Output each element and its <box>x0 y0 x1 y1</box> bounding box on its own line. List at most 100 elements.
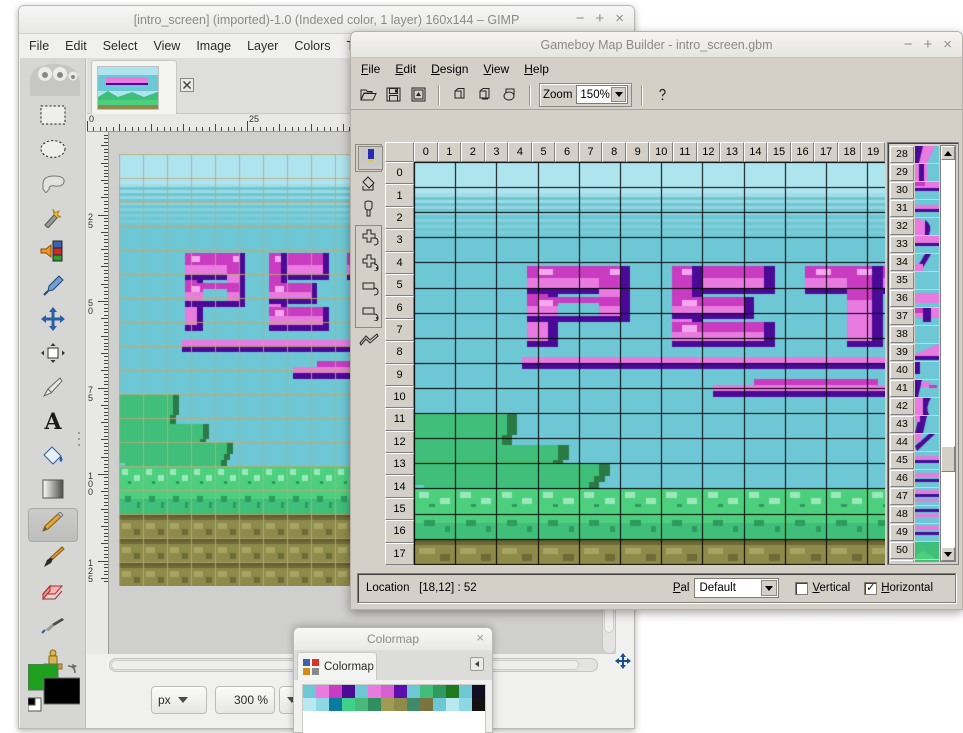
row-header-cell[interactable]: 9 <box>385 363 414 386</box>
tile-preview[interactable] <box>915 163 939 181</box>
tile-list-item[interactable]: 41 <box>890 379 940 397</box>
paintbrush-tool[interactable] <box>28 542 78 576</box>
gbm-titlebar[interactable]: Gameboy Map Builder - intro_screen.gbm −… <box>351 32 962 58</box>
delete-column-tool[interactable] <box>358 302 383 326</box>
row-header-cell[interactable]: 3 <box>385 229 414 252</box>
insert-row-below-tool[interactable] <box>358 252 383 276</box>
row-header-cell[interactable]: 6 <box>385 296 414 319</box>
tile-preview[interactable] <box>915 145 939 163</box>
tile-preview[interactable] <box>915 253 939 271</box>
row-header-cell[interactable]: 8 <box>385 341 414 364</box>
gbm-menu-edit[interactable]: Edit <box>395 62 416 76</box>
fuzzy-select-tool[interactable] <box>28 202 78 236</box>
tile-preview[interactable] <box>915 451 939 469</box>
colormap-swatch[interactable] <box>316 685 329 698</box>
move-tool[interactable] <box>28 304 78 338</box>
airbrush-tool[interactable] <box>28 610 78 644</box>
row-header-cell[interactable]: 17 <box>385 542 414 566</box>
gbm-horizontal-checkbox[interactable]: ✓ Horizontal <box>864 581 933 595</box>
column-header-cell[interactable]: 3 <box>484 142 509 162</box>
tile-paint-tool[interactable] <box>358 146 383 170</box>
tile-preview[interactable] <box>915 235 939 253</box>
colormap-swatch[interactable] <box>472 698 485 711</box>
row-header-cell[interactable]: 0 <box>385 162 414 185</box>
checkbox-box[interactable]: ✓ <box>864 581 878 595</box>
row-header-cell[interactable]: 7 <box>385 318 414 342</box>
tile-list-item[interactable]: 51 <box>890 559 940 562</box>
tile-list-item[interactable]: 45 <box>890 451 940 469</box>
chevron-down-icon[interactable] <box>611 87 627 102</box>
column-header-cell[interactable]: 15 <box>767 142 791 162</box>
tile-preview[interactable] <box>915 361 939 379</box>
colormap-swatch[interactable] <box>420 698 433 711</box>
scroll-up-arrow-icon[interactable] <box>941 146 955 160</box>
color-replace-tool[interactable] <box>356 199 381 223</box>
rect-select-tool[interactable] <box>28 100 78 134</box>
open-folder-icon[interactable] <box>357 84 379 106</box>
zoom-combobox[interactable]: 150% <box>576 85 629 104</box>
gimp-zoom-field[interactable]: 300 % <box>215 686 275 714</box>
gimp-tab-close-icon[interactable] <box>180 78 194 92</box>
column-header-cell[interactable]: 7 <box>578 142 603 162</box>
tile-preview[interactable] <box>915 523 939 541</box>
gimp-menu-view[interactable]: View <box>153 39 180 53</box>
gbm-tile-scrollbar[interactable] <box>940 145 956 562</box>
gimp-navigation-button[interactable] <box>614 652 632 670</box>
column-header-cell[interactable]: 0 <box>414 142 438 162</box>
column-header-cell[interactable]: 1 <box>437 142 462 162</box>
colormap-titlebar[interactable]: Colormap × <box>294 628 492 650</box>
tile-preview[interactable] <box>915 307 939 325</box>
column-header-cell[interactable]: 17 <box>814 142 838 162</box>
colormap-swatch[interactable] <box>446 698 459 711</box>
colormap-swatch[interactable] <box>459 685 472 698</box>
tile-preview[interactable] <box>915 181 939 199</box>
column-header-cell[interactable]: 2 <box>461 142 485 162</box>
colormap-tab[interactable]: Colormap <box>297 652 377 680</box>
colormap-swatch[interactable] <box>485 685 486 698</box>
colormap-swatch[interactable] <box>368 698 381 711</box>
bucket-fill-tool[interactable] <box>356 174 381 198</box>
gimp-maximize-button[interactable]: + <box>595 9 604 29</box>
tile-preview[interactable] <box>915 505 939 523</box>
colormap-swatch[interactable] <box>355 698 368 711</box>
colormap-swatch[interactable] <box>407 698 420 711</box>
column-header-cell[interactable]: 11 <box>673 142 697 162</box>
export-icon[interactable] <box>407 84 429 106</box>
colormap-swatch[interactable] <box>433 685 446 698</box>
tile-preview[interactable] <box>915 469 939 487</box>
colormap-swatch[interactable] <box>355 685 368 698</box>
tile-preview[interactable] <box>915 541 939 559</box>
column-header-cell[interactable]: 19 <box>861 142 885 162</box>
gimp-titlebar[interactable]: [intro_screen] (imported)-1.0 (Indexed c… <box>19 6 634 34</box>
tile-list-item[interactable]: 50 <box>890 541 940 559</box>
tile-list-item[interactable]: 28 <box>890 145 940 163</box>
gimp-unit-combobox[interactable]: px <box>151 686 207 714</box>
gbm-menu-file[interactable]: File <box>361 62 380 76</box>
colormap-swatch[interactable] <box>368 685 381 698</box>
scroll-down-arrow-icon[interactable] <box>941 547 955 561</box>
chevron-down-icon[interactable] <box>761 580 778 596</box>
gbm-maximize-button[interactable]: + <box>923 35 932 55</box>
tile-list-item[interactable]: 30 <box>890 181 940 199</box>
tile-list-item[interactable]: 42 <box>890 397 940 415</box>
column-header-cell[interactable]: 14 <box>743 142 768 162</box>
tile-list-item[interactable]: 49 <box>890 523 940 541</box>
tile-list-item[interactable]: 37 <box>890 307 940 325</box>
column-header-cell[interactable]: 10 <box>649 142 674 162</box>
tile-preview[interactable] <box>915 199 939 217</box>
tile-preview[interactable] <box>915 415 939 433</box>
gbm-menu-design[interactable]: Design <box>431 62 468 76</box>
tile-list-item[interactable]: 43 <box>890 415 940 433</box>
select-by-color-tool[interactable] <box>28 236 78 270</box>
copy-icon[interactable] <box>448 84 470 106</box>
save-disk-icon[interactable] <box>382 84 404 106</box>
gimp-menu-image[interactable]: Image <box>196 39 231 53</box>
tile-preview[interactable] <box>915 433 939 451</box>
tile-list-item[interactable]: 46 <box>890 469 940 487</box>
tile-preview[interactable] <box>915 487 939 505</box>
colormap-swatch[interactable] <box>485 698 486 711</box>
gbm-tile-list[interactable]: 28 29 30 31 32 33 34 35 36 37 38 39 40 41 42 43 44 45 46 47… <box>890 145 940 562</box>
insert-row-above-tool[interactable] <box>358 227 383 251</box>
column-header-cell[interactable]: 12 <box>696 142 721 162</box>
row-header-cell[interactable]: 16 <box>385 520 414 543</box>
